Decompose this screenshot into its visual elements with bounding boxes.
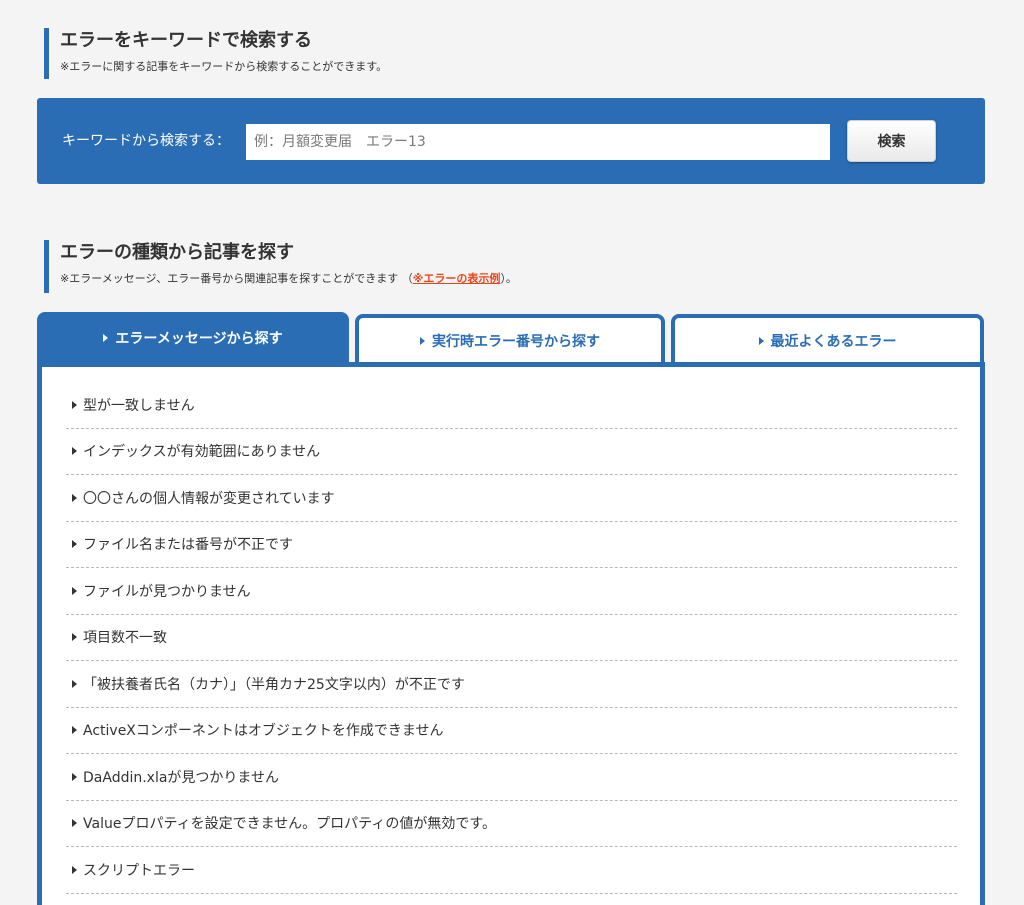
tab-recent-errors[interactable]: 最近よくあるエラー — [671, 314, 984, 364]
list-item[interactable]: 〇〇さんの個人情報が変更されています — [66, 475, 957, 522]
keyword-section-note: ※エラーに関する記事をキーワードから検索することができます。 — [60, 60, 388, 73]
caret-right-icon — [72, 679, 77, 688]
caret-right-icon — [72, 447, 77, 456]
error-message-list: 型が一致しません インデックスが有効範囲にありません 〇〇さんの個人情報が変更さ… — [66, 382, 957, 894]
error-message-link[interactable]: 〇〇さんの個人情報が変更されています — [83, 488, 335, 508]
note-prefix: ※エラーメッセージ、エラー番号から関連記事を探すことができます （ — [60, 272, 413, 285]
caret-right-icon — [72, 400, 77, 409]
error-type-section-heading: エラーの種類から記事を探す ※エラーメッセージ、エラー番号から関連記事を探すこと… — [44, 240, 517, 293]
tab-runtime-error-number[interactable]: 実行時エラー番号から探す — [355, 314, 665, 364]
tab-error-message[interactable]: エラーメッセージから探す — [37, 312, 349, 364]
error-type-section-note: ※エラーメッセージ、エラー番号から関連記事を探すことができます （※エラーの表示… — [60, 271, 517, 287]
list-item[interactable]: ファイル名または番号が不正です — [66, 522, 957, 568]
caret-right-icon — [103, 334, 109, 342]
search-label: キーワードから検索する： — [62, 133, 230, 149]
list-item[interactable]: 項目数不一致 — [66, 615, 957, 661]
error-type-section-title: エラーの種類から記事を探す — [60, 242, 294, 263]
caret-right-icon — [72, 726, 77, 735]
tab-label: 実行時エラー番号から探す — [432, 334, 600, 350]
error-message-link[interactable]: 「被扶養者氏名（カナ）」（半角カナ25文字以内）が不正です — [83, 674, 465, 694]
error-tabs: エラーメッセージから探す 実行時エラー番号から探す 最近よくあるエラー — [37, 312, 985, 364]
error-message-link[interactable]: ActiveXコンポーネントはオブジェクトを作成できません — [83, 720, 443, 740]
caret-right-icon — [72, 772, 77, 781]
error-message-link[interactable]: 項目数不一致 — [83, 627, 167, 647]
caret-right-icon — [72, 540, 77, 549]
caret-right-icon — [72, 865, 77, 874]
caret-right-icon — [758, 337, 764, 345]
list-item[interactable]: スクリプトエラー — [66, 847, 957, 894]
error-message-panel: 型が一致しません インデックスが有効範囲にありません 〇〇さんの個人情報が変更さ… — [37, 362, 985, 905]
search-button[interactable]: 検索 — [847, 120, 936, 162]
error-message-link[interactable]: Valueプロパティを設定できません。プロパティの値が無効です。 — [83, 813, 496, 833]
caret-right-icon — [72, 633, 77, 642]
list-item[interactable]: ファイルが見つかりません — [66, 568, 957, 615]
tab-label: エラーメッセージから探す — [115, 331, 283, 347]
error-message-link[interactable]: ファイルが見つかりません — [83, 581, 251, 601]
list-item[interactable]: 「被扶養者氏名（カナ）」（半角カナ25文字以内）が不正です — [66, 661, 957, 708]
search-input[interactable] — [246, 124, 830, 160]
error-message-link[interactable]: スクリプトエラー — [83, 860, 195, 880]
error-message-link[interactable]: インデックスが有効範囲にありません — [83, 441, 320, 461]
caret-right-icon — [420, 337, 425, 345]
note-suffix: ）。 — [500, 272, 517, 285]
list-item[interactable]: Valueプロパティを設定できません。プロパティの値が無効です。 — [66, 801, 957, 847]
error-message-link[interactable]: DaAddin.xlaが見つかりません — [83, 767, 279, 787]
keyword-search-bar: キーワードから検索する： 検索 — [37, 98, 985, 184]
error-display-example-link[interactable]: ※エラーの表示例 — [413, 272, 501, 285]
keyword-section-heading: エラーをキーワードで検索する ※エラーに関する記事をキーワードから検索することが… — [44, 28, 387, 79]
list-item[interactable]: DaAddin.xlaが見つかりません — [66, 754, 957, 801]
caret-right-icon — [72, 493, 77, 502]
caret-right-icon — [72, 819, 77, 828]
keyword-section-title: エラーをキーワードで検索する — [60, 30, 312, 51]
page: エラーをキーワードで検索する ※エラーに関する記事をキーワードから検索することが… — [0, 0, 1024, 905]
caret-right-icon — [72, 586, 77, 595]
list-item[interactable]: インデックスが有効範囲にありません — [66, 429, 957, 475]
tab-label: 最近よくあるエラー — [770, 334, 897, 350]
list-item[interactable]: 型が一致しません — [66, 382, 957, 429]
error-message-link[interactable]: ファイル名または番号が不正です — [83, 534, 293, 554]
list-item[interactable]: ActiveXコンポーネントはオブジェクトを作成できません — [66, 708, 957, 754]
error-message-link[interactable]: 型が一致しません — [83, 395, 195, 415]
